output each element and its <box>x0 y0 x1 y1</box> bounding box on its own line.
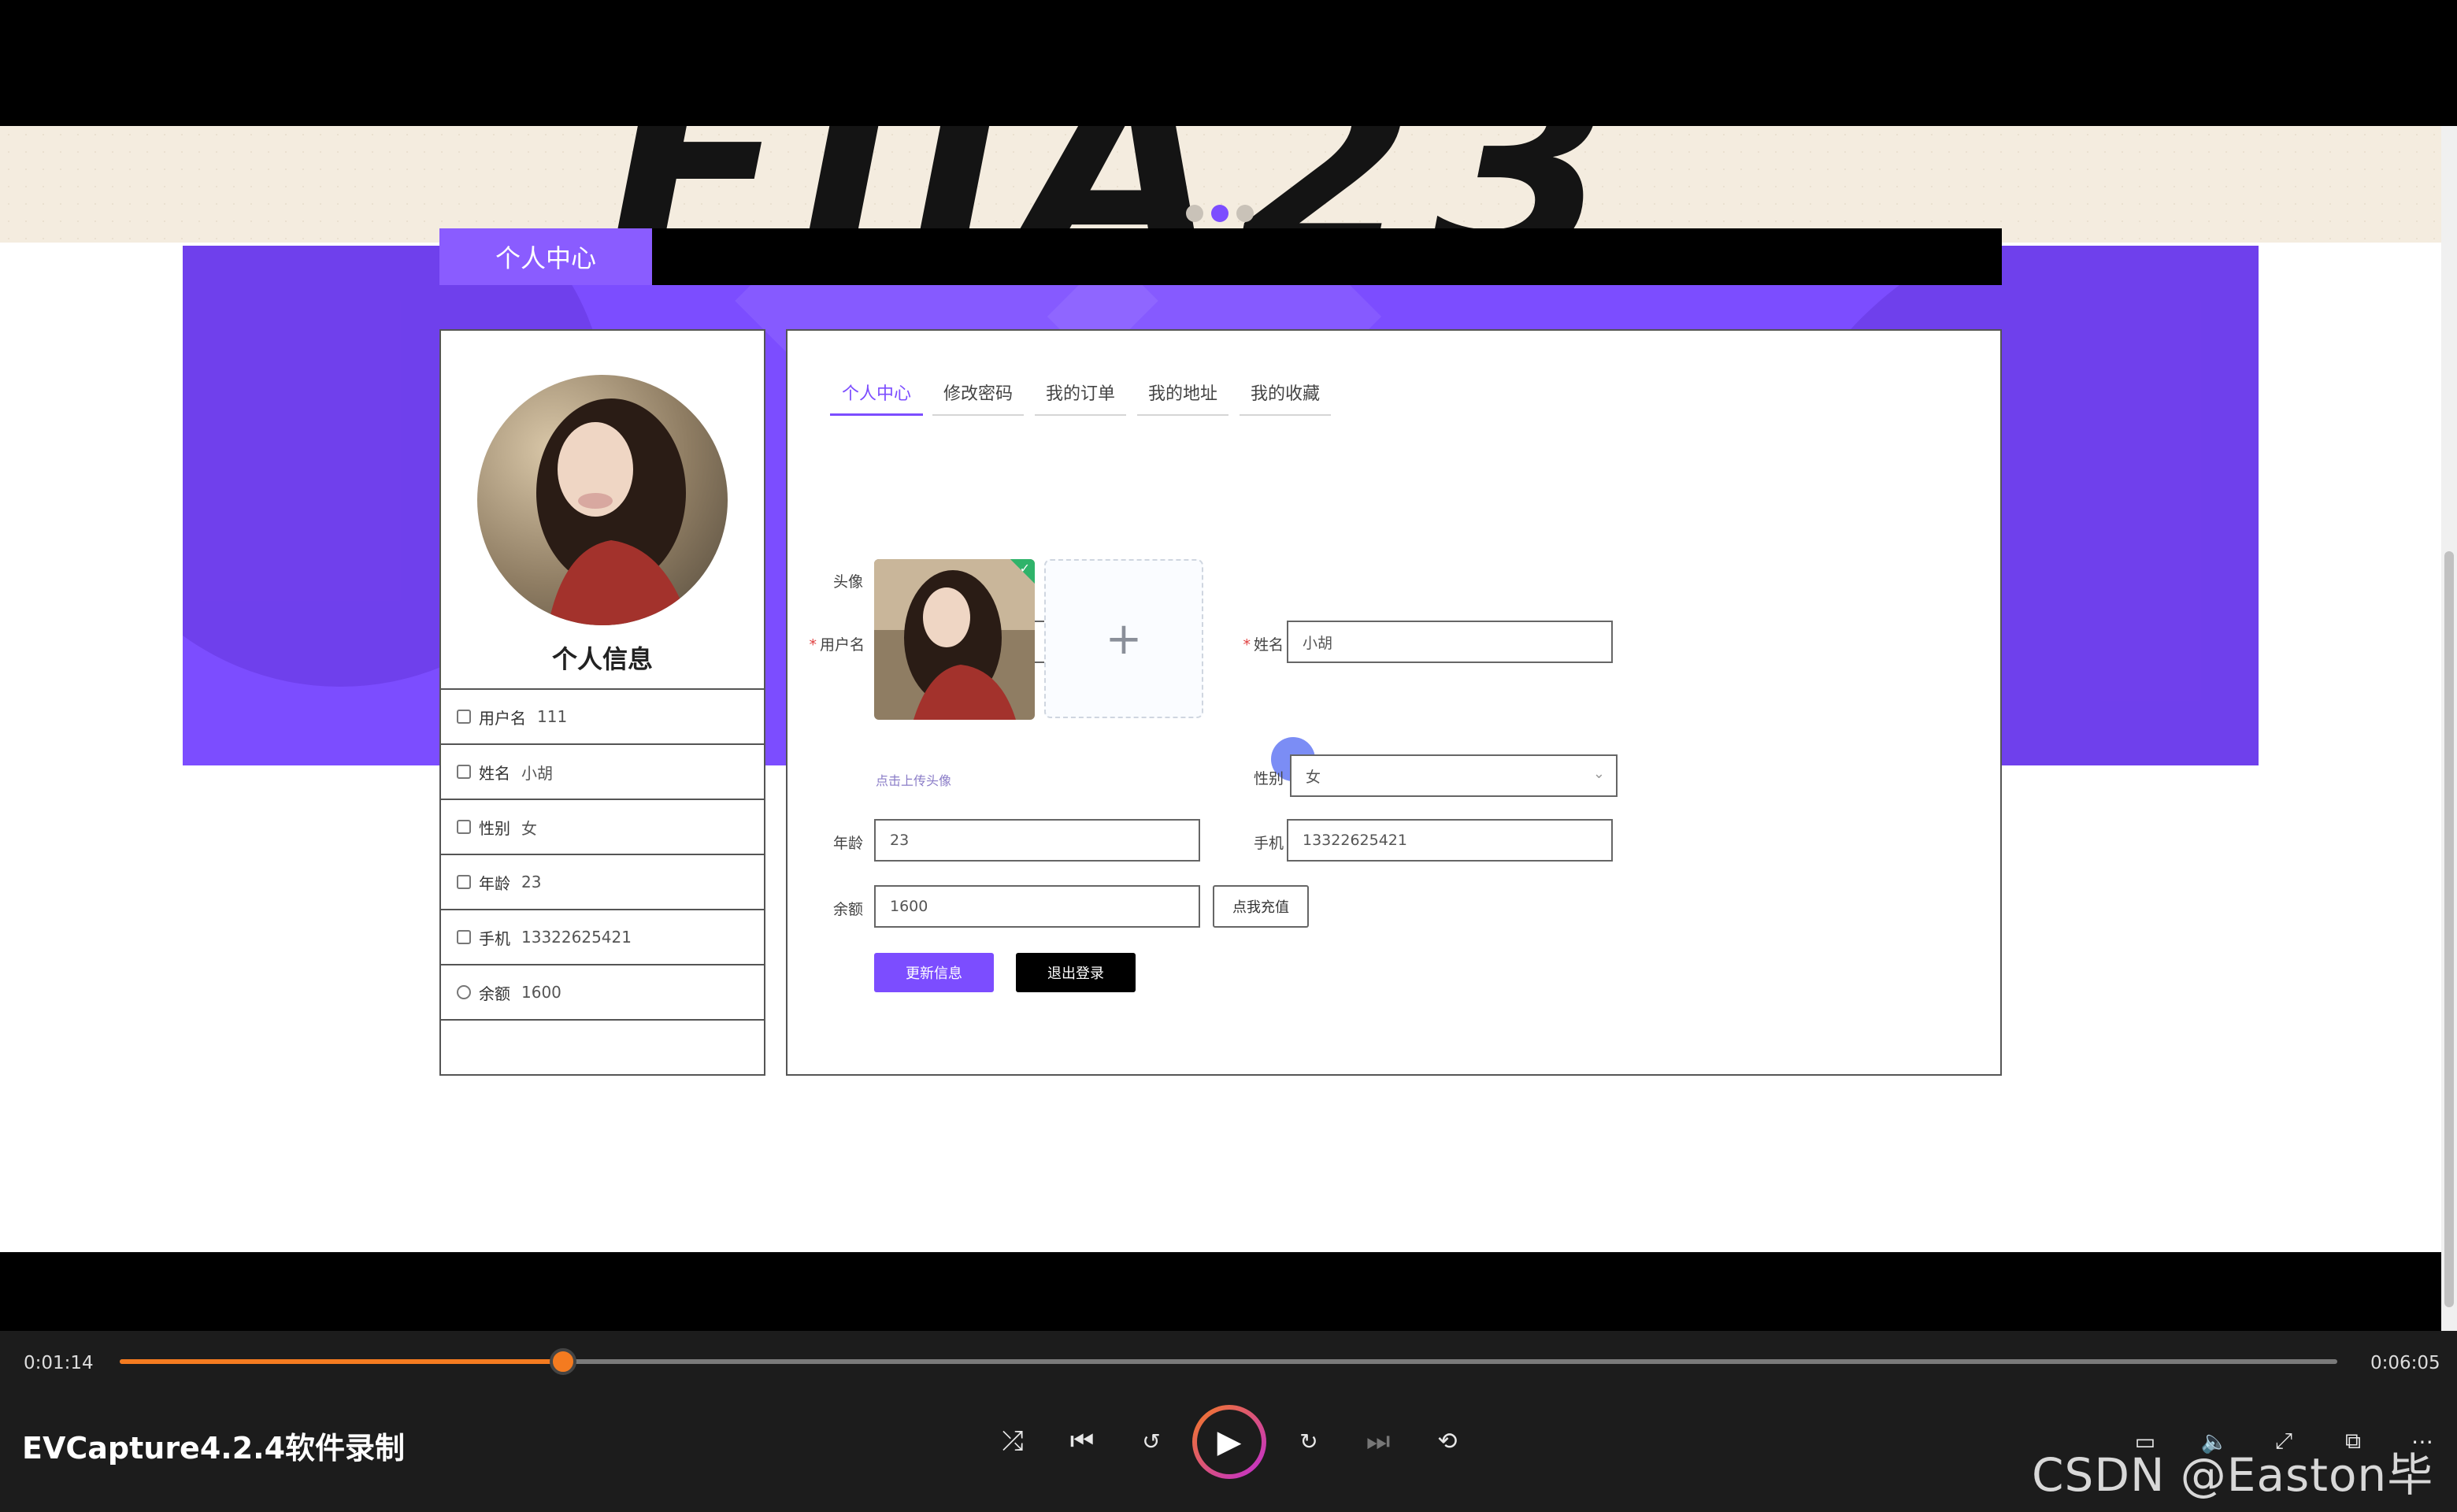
page-title-tab: 个人中心 <box>439 228 652 285</box>
avatar <box>477 375 728 625</box>
upload-avatar-button[interactable]: + <box>1044 559 1203 718</box>
upload-hint: 点击上传头像 <box>876 773 952 788</box>
logout-button[interactable]: 退出登录 <box>1016 953 1136 992</box>
edit-icon <box>457 875 471 889</box>
rewind-10-icon[interactable]: ↺ <box>1129 1419 1173 1463</box>
banner-image: FIIA23 <box>606 126 1625 243</box>
forward-30-icon[interactable]: ↻ <box>1287 1419 1331 1463</box>
info-row-phone: 手机 13322625421 <box>441 909 764 964</box>
scrollbar[interactable] <box>2441 126 2457 1331</box>
phone-input[interactable]: 13322625421 <box>1287 819 1613 862</box>
carousel-dot[interactable] <box>1186 205 1203 222</box>
seek-bar[interactable] <box>120 1348 2337 1375</box>
plus-icon: + <box>1105 613 1143 665</box>
clock-icon <box>457 985 471 999</box>
next-icon[interactable]: ⏭ <box>1356 1419 1400 1463</box>
gender-label: 性别 <box>1253 770 1284 788</box>
username-label: * 用户名 <box>809 636 865 654</box>
current-time: 0:01:14 <box>24 1353 94 1373</box>
screen: FIIA23 个人中心 <box>0 0 2457 1512</box>
balance-label: 余额 <box>832 901 863 918</box>
tab-my-favorites[interactable]: 我的收藏 <box>1240 370 1331 416</box>
chat-icon <box>457 820 471 834</box>
info-label: 姓名 <box>479 763 510 783</box>
info-row-name: 姓名 小胡 <box>441 743 764 799</box>
age-label: 年龄 <box>832 835 863 852</box>
avatar-label: 头像 <box>832 573 863 591</box>
tab-my-address[interactable]: 我的地址 <box>1137 370 1228 416</box>
recharge-button[interactable]: 点我充值 <box>1213 885 1309 928</box>
info-label: 手机 <box>479 928 510 948</box>
watermark-text: CSDN @Easton毕设 <box>2032 1448 2434 1502</box>
person-icon <box>457 930 471 944</box>
tab-profile[interactable]: 个人中心 <box>830 370 923 416</box>
profile-card: 个人信息 用户名 111 姓名 小胡 性别 女 年龄 23 手机 1332262… <box>439 329 765 1076</box>
seek-progress <box>120 1359 564 1364</box>
info-value: 女 <box>521 818 537 838</box>
play-button[interactable]: ▶ <box>1192 1405 1266 1479</box>
banner-carousel[interactable]: FIIA23 <box>0 126 2441 243</box>
app-title: EVCapture4.2.4软件录制 <box>22 1431 406 1466</box>
update-info-button[interactable]: 更新信息 <box>874 953 994 992</box>
tab-change-password[interactable]: 修改密码 <box>932 370 1024 416</box>
carousel-dot-active[interactable] <box>1211 205 1228 222</box>
gender-value: 女 <box>1306 768 1321 786</box>
chevron-down-icon: ⌄ <box>1592 765 1605 782</box>
check-icon: ✓ <box>1019 561 1030 576</box>
carousel-dot[interactable] <box>1236 205 1254 222</box>
phone-label: 手机 <box>1253 835 1284 852</box>
info-value: 1600 <box>521 983 561 1002</box>
profile-form-card: 个人中心 修改密码 我的订单 我的地址 我的收藏 *用户名 111 *姓名 小胡… <box>786 329 2002 1076</box>
repeat-off-icon[interactable]: ⟲ <box>1425 1419 1469 1463</box>
info-value: 111 <box>537 707 568 726</box>
info-row-empty <box>441 1019 764 1074</box>
info-label: 用户名 <box>479 708 526 728</box>
uploaded-avatar[interactable]: ✓ <box>874 559 1035 720</box>
age-input[interactable]: 23 <box>874 819 1200 862</box>
name-input[interactable]: 小胡 <box>1287 621 1613 663</box>
info-value: 23 <box>521 873 542 891</box>
info-row-username: 用户名 111 <box>441 688 764 743</box>
scrollbar-thumb[interactable] <box>2444 551 2454 1307</box>
title-bar <box>652 228 2002 285</box>
info-label: 年龄 <box>479 873 510 893</box>
seek-handle[interactable] <box>550 1348 577 1375</box>
info-label: 余额 <box>479 984 510 1003</box>
name-label: * 姓名 <box>1243 636 1284 654</box>
previous-icon[interactable]: ⏮ <box>1060 1419 1104 1463</box>
play-icon: ▶ <box>1197 1410 1262 1474</box>
info-row-gender: 性别 女 <box>441 799 764 854</box>
info-value: 小胡 <box>521 763 553 783</box>
info-row-age: 年龄 23 <box>441 854 764 909</box>
info-row-balance: 余额 1600 <box>441 964 764 1019</box>
gender-select[interactable]: 女 ⌄ <box>1290 754 1618 797</box>
id-card-icon <box>457 765 471 779</box>
info-label: 性别 <box>479 818 510 838</box>
info-value: 13322625421 <box>521 928 632 947</box>
balance-input[interactable]: 1600 <box>874 885 1200 928</box>
total-time: 0:06:05 <box>2370 1353 2440 1373</box>
profile-title: 个人信息 <box>551 644 653 674</box>
shuffle-icon[interactable]: ⤮ <box>991 1419 1035 1463</box>
user-icon <box>457 710 471 724</box>
tab-my-orders[interactable]: 我的订单 <box>1035 370 1126 416</box>
